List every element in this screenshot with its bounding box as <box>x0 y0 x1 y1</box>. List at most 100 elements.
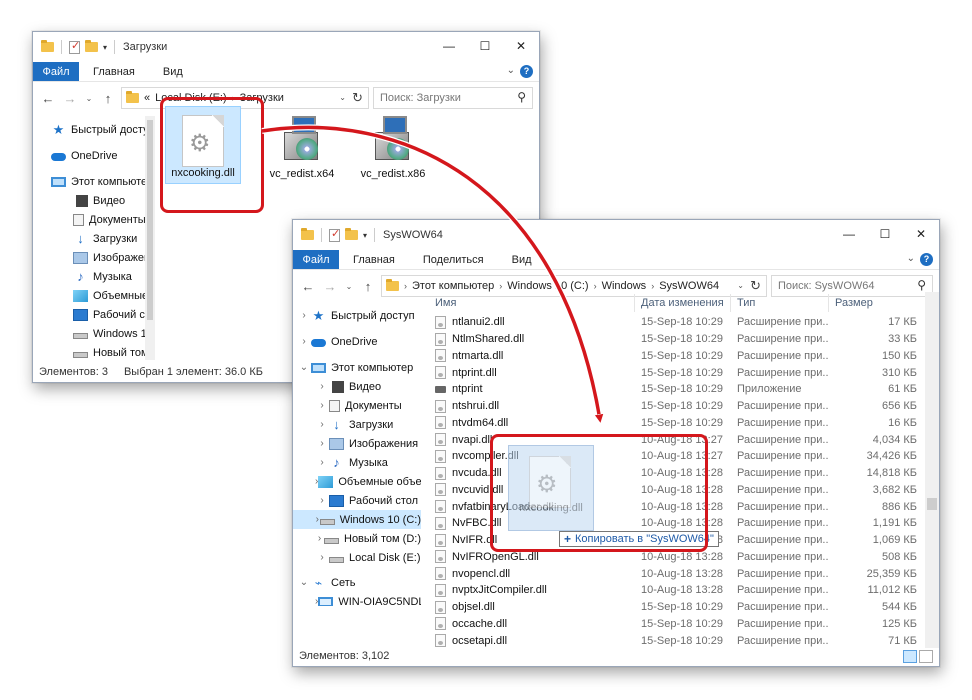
file-row[interactable]: occache.dll 15-Sep-18 10:29 Расширение при… <box>429 616 925 633</box>
breadcrumb-drive-c[interactable]: Windows 10 (C:) <box>507 280 588 292</box>
file-row[interactable]: ntlanui2.dll 15-Sep-18 10:29 Расширение пр… <box>429 314 925 331</box>
address-dropdown-icon[interactable]: ⌄ <box>339 93 346 102</box>
breadcrumb-downloads[interactable]: Загрузки <box>240 92 284 104</box>
file-row[interactable]: NtlmShared.dll 15-Sep-18 10:29 Расширение … <box>429 331 925 348</box>
recent-locations-icon[interactable]: ⌄ <box>343 282 355 291</box>
file-row[interactable]: nvcompiler.dll 10-Aug-18 13:27 Расширение … <box>429 448 925 465</box>
file-row[interactable]: ntprint 15-Sep-18 10:29 Приложение 61 КБ <box>429 381 925 398</box>
new-folder-icon[interactable] <box>85 40 98 52</box>
help-icon[interactable]: ? <box>920 253 933 266</box>
sidebar-item[interactable]: › OneDrive <box>293 332 421 351</box>
sidebar-item[interactable]: › Документы <box>293 396 421 415</box>
quick-access-dropdown-icon[interactable]: ▾ <box>103 43 107 52</box>
file-row[interactable]: ntprint.dll 15-Sep-18 10:29 Расширение при… <box>429 364 925 381</box>
breadcrumb-windows[interactable]: Windows <box>602 280 647 292</box>
file-row[interactable]: nvptxJitCompiler.dll 10-Aug-18 13:28 Расши… <box>429 582 925 599</box>
properties-icon[interactable] <box>69 39 80 54</box>
sidebar-item[interactable]: Этот компьютер <box>33 172 153 191</box>
back-button[interactable]: ← <box>39 91 57 106</box>
sidebar-item[interactable]: ›WIN-OIA9C5NDLAN <box>293 592 421 606</box>
forward-button[interactable]: → <box>61 91 79 106</box>
expand-chevron-icon[interactable]: › <box>315 457 329 468</box>
up-button[interactable]: ↑ <box>359 279 377 294</box>
file-row[interactable]: ntvdm64.dll 15-Sep-18 10:29 Расширение при… <box>429 415 925 432</box>
tab-view[interactable]: Вид <box>498 250 546 269</box>
sidebar-item[interactable]: › Изображения <box>293 434 421 453</box>
up-button[interactable]: ↑ <box>99 91 117 106</box>
sidebar-item[interactable]: ⌄ ⌁ Сеть <box>293 573 421 592</box>
properties-icon[interactable] <box>329 227 340 242</box>
sidebar-item[interactable]: OneDrive <box>33 146 153 165</box>
column-size[interactable]: Размер <box>829 294 923 312</box>
file-row[interactable]: nvcuda.dll 10-Aug-18 13:28 Расширение при.… <box>429 465 925 482</box>
minimize-button[interactable]: — <box>431 32 467 62</box>
sidebar-item[interactable]: ★ Быстрый доступ <box>33 120 153 139</box>
column-date[interactable]: Дата изменения <box>635 294 731 312</box>
expand-ribbon-icon[interactable]: ⌄ <box>507 65 515 76</box>
sidebar-item[interactable]: › Windows 10 (C:) <box>293 510 421 529</box>
expand-chevron-icon[interactable]: › <box>315 381 329 392</box>
tab-file[interactable]: Файл <box>33 62 79 81</box>
file-tile[interactable]: vc_redist.x64 <box>264 106 340 184</box>
file-tile[interactable]: vc_redist.x86 <box>355 106 431 184</box>
file-row[interactable]: ntmarta.dll 15-Sep-18 10:29 Расширение при… <box>429 348 925 365</box>
expand-chevron-icon[interactable]: › <box>315 419 329 430</box>
sidebar-item[interactable]: › ↓ Загрузки <box>293 415 421 434</box>
file-row[interactable]: nvcuvid.dll 10-Aug-18 13:28 Расширение при… <box>429 482 925 499</box>
close-button[interactable]: ✕ <box>903 220 939 250</box>
expand-ribbon-icon[interactable]: ⌄ <box>907 253 915 264</box>
tab-view[interactable]: Вид <box>149 62 197 81</box>
breadcrumb-this-pc[interactable]: Этот компьютер <box>412 280 494 292</box>
breadcrumb-syswow64[interactable]: SysWOW64 <box>659 280 719 292</box>
collapse-chevron-icon[interactable]: ⌄ <box>297 577 311 588</box>
help-icon[interactable]: ? <box>520 65 533 78</box>
sidebar-item[interactable]: ↓ Загрузки <box>33 229 153 248</box>
recent-locations-icon[interactable]: ⌄ <box>83 94 95 103</box>
file-row[interactable]: ntshrui.dll 15-Sep-18 10:29 Расширение при… <box>429 398 925 415</box>
file-row[interactable]: nvopencl.dll 10-Aug-18 13:28 Расширение пр… <box>429 565 925 582</box>
column-type[interactable]: Тип <box>731 294 829 312</box>
file-list-scrollbar[interactable] <box>925 292 939 648</box>
address-dropdown-icon[interactable]: ⌄ <box>737 281 744 290</box>
sidebar-item[interactable]: › Рабочий стол <box>293 491 421 510</box>
details-view-button[interactable] <box>903 650 917 663</box>
expand-chevron-icon[interactable]: › <box>297 310 311 321</box>
sidebar-item[interactable]: ⌄ Этот компьютер <box>293 358 421 377</box>
forward-button[interactable]: → <box>321 279 339 294</box>
large-icons-view-button[interactable] <box>919 650 933 663</box>
sidebar-item[interactable]: › Видео <box>293 377 421 396</box>
quick-access-dropdown-icon[interactable]: ▾ <box>363 231 367 240</box>
expand-chevron-icon[interactable]: › <box>315 495 329 506</box>
file-row[interactable]: objsel.dll 15-Sep-18 10:29 Расширение при.… <box>429 599 925 616</box>
minimize-button[interactable]: — <box>831 220 867 250</box>
file-tile[interactable]: ⚙ nxcooking.dll <box>165 106 241 184</box>
breadcrumb-overflow[interactable]: « <box>144 92 150 104</box>
collapse-chevron-icon[interactable]: ⌄ <box>297 362 311 373</box>
tab-file[interactable]: Файл <box>293 250 339 269</box>
sidebar-item[interactable]: › Новый том (D:) <box>293 529 421 548</box>
breadcrumb-local-disk[interactable]: Local Disk (E:) <box>155 92 227 104</box>
expand-chevron-icon[interactable]: › <box>315 400 329 411</box>
sidebar-item[interactable]: ›Объемные объекты <box>293 472 421 491</box>
tab-share[interactable]: Поделиться <box>409 250 498 269</box>
maximize-button[interactable]: ☐ <box>467 32 503 62</box>
title-bar[interactable]: ▾ Загрузки — ☐ ✕ <box>33 32 539 62</box>
sidebar-item[interactable]: ♪ Музыка <box>33 267 153 286</box>
sidebar-item[interactable]: › ♪ Музыка <box>293 453 421 472</box>
file-row[interactable]: NvIFROpenGL.dll 10-Aug-18 13:28 Расширение… <box>429 549 925 566</box>
sidebar-item[interactable]: Изображения <box>33 248 153 267</box>
tab-home[interactable]: Главная <box>79 62 149 81</box>
new-folder-icon[interactable] <box>345 228 358 240</box>
sidebar-item[interactable]: Документы <box>33 210 153 229</box>
navigation-scrollbar[interactable] <box>145 116 155 360</box>
sidebar-item[interactable]: Рабочий стол <box>33 305 153 324</box>
sidebar-item[interactable]: Windows 10 (C:) <box>33 324 153 343</box>
expand-chevron-icon[interactable]: › <box>315 533 324 544</box>
file-row[interactable]: nvfatbinaryLoader.dll 10-Aug-18 13:28 Расш… <box>429 498 925 515</box>
sidebar-item[interactable]: › ★ Быстрый доступ <box>293 306 421 325</box>
file-row[interactable]: NvFBC.dll 10-Aug-18 13:28 Расширение при..… <box>429 515 925 532</box>
sidebar-item[interactable]: Видео <box>33 191 153 210</box>
file-row[interactable]: nvapi.dll 10-Aug-18 13:27 Расширение при..… <box>429 431 925 448</box>
back-button[interactable]: ← <box>299 279 317 294</box>
tab-home[interactable]: Главная <box>339 250 409 269</box>
